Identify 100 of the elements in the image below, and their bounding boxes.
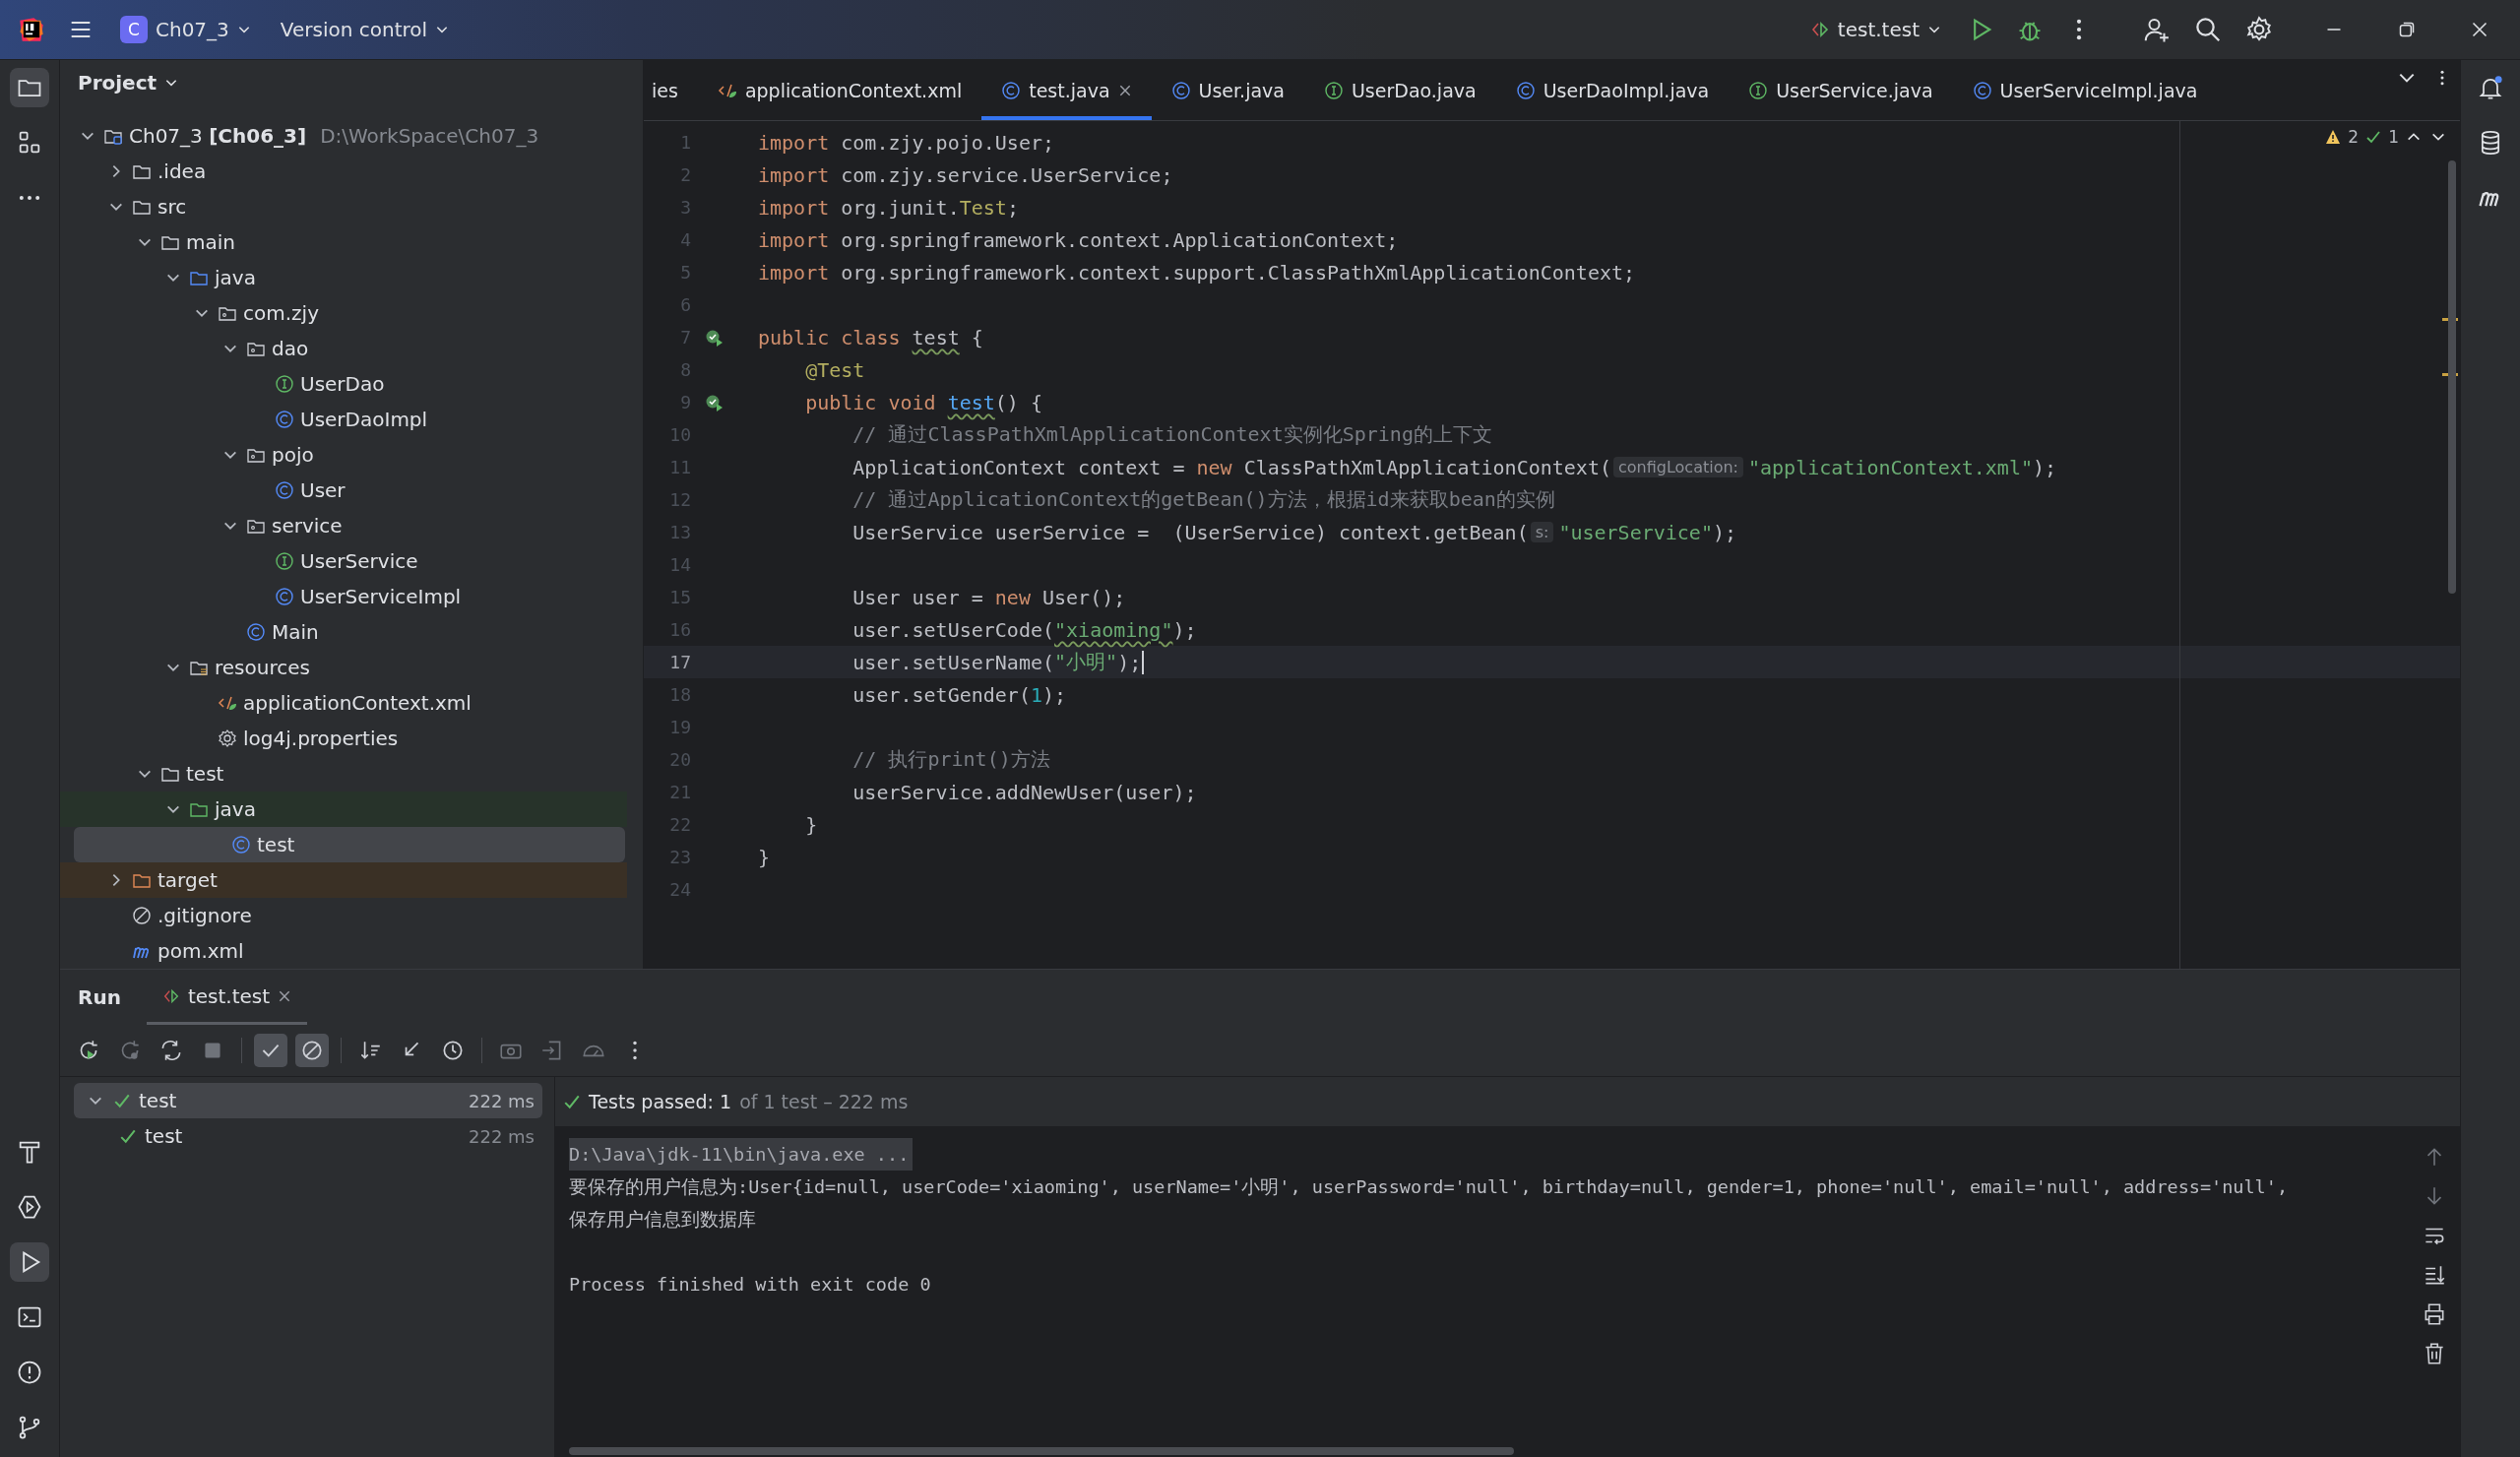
code-text: public void — [804, 390, 937, 414]
tree-item[interactable]: pojo — [60, 437, 627, 473]
test-duration: 222 ms — [469, 1125, 536, 1147]
tree-item[interactable]: Ch07_3 [Ch06_3] D:\WorkSpace\Ch07_3 — [60, 118, 627, 154]
code-text: org.junit. — [840, 195, 960, 220]
code-text: import — [758, 195, 830, 220]
code-text: ); — [1712, 520, 1737, 544]
code-text: ApplicationContext context = — [851, 455, 1186, 479]
tree-item[interactable]: .idea — [60, 154, 627, 189]
parameter-hint: configLocation: — [1612, 457, 1743, 477]
editor-tab[interactable]: test.java — [981, 60, 1152, 120]
tree-item[interactable]: .gitignore — [60, 898, 627, 933]
tree-item[interactable]: com.zjy — [60, 295, 627, 331]
code-text: User user = — [851, 585, 984, 609]
tree-item[interactable]: resources — [60, 650, 627, 685]
tree-item[interactable]: java — [60, 792, 627, 827]
code-text: ); — [1172, 617, 1197, 642]
test-item[interactable]: test 222 ms — [74, 1083, 542, 1118]
code-text: // 执行print()方法 — [851, 746, 1050, 773]
tree-item[interactable]: service — [60, 508, 627, 543]
code-text: import — [758, 260, 830, 285]
tab-label: UserDaoImpl.java — [1543, 79, 1710, 101]
parameter-hint: s: — [1530, 522, 1554, 542]
editor-tab[interactable]: UserDao.java — [1303, 60, 1496, 120]
code-text: test — [912, 325, 960, 349]
warning-count: 2 — [2348, 127, 2360, 147]
workspace-switcher[interactable]: C Ch07_3 — [110, 10, 261, 49]
editor-tab[interactable]: applicationContext.xml — [697, 60, 982, 120]
tree-item[interactable]: pom.xml — [60, 933, 627, 969]
tree-item-label: applicationContext.xml — [243, 691, 472, 715]
tree-item-label: Main — [272, 620, 319, 644]
code-text: "applicationContext.xml" — [1748, 455, 2033, 479]
tree-item[interactable]: Main — [60, 614, 627, 650]
code-text: test — [947, 390, 995, 414]
tab-label: UserService.java — [1776, 79, 1933, 101]
editor-tab[interactable]: UserService.java — [1729, 60, 1953, 120]
tab-label: test.java — [1029, 79, 1110, 101]
run-config-selector[interactable]: test.test — [1799, 12, 1951, 47]
tree-item[interactable]: UserDaoImpl — [60, 402, 627, 437]
code-text: ClassPathXmlApplicationContext( — [1242, 455, 1611, 479]
test-item[interactable]: test 222 ms — [74, 1118, 542, 1154]
code-text: new — [994, 585, 1031, 609]
tree-item-label: main — [186, 230, 235, 254]
test-name: test — [145, 1124, 184, 1148]
code-text: userService.addNewUser(user); — [851, 780, 1197, 804]
editor-tab[interactable]: UserDaoImpl.java — [1495, 60, 1730, 120]
tree-item[interactable]: User — [60, 473, 627, 508]
tree-item-label: UserService — [300, 549, 418, 573]
code-text: ); — [2033, 455, 2057, 479]
code-text: com.zjy.service.UserService; — [840, 162, 1173, 187]
tree-item-label: dao — [272, 337, 309, 360]
tree-item[interactable]: UserDao — [60, 366, 627, 402]
tree-item-label: target — [158, 868, 218, 892]
inspection-widget[interactable]: 2 1 — [2323, 127, 2448, 147]
panel-title: Run — [78, 984, 122, 1011]
tree-item[interactable]: UserService — [60, 543, 627, 579]
test-name: test — [139, 1089, 178, 1112]
tab-label: UserDao.java — [1351, 79, 1477, 101]
console-line: 保存用户信息到数据库 — [569, 1207, 756, 1232]
tab-label: UserServiceImpl.java — [1999, 79, 2198, 101]
code-text: import — [758, 227, 830, 252]
code-text: ; — [1006, 195, 1019, 220]
code-text: public class — [758, 325, 902, 349]
tree-item[interactable]: log4j.properties — [60, 721, 627, 756]
code-text: new — [1196, 455, 1232, 479]
test-duration: 222 ms — [469, 1090, 536, 1111]
code-text: UserService userService = (UserService) context.getBean( — [851, 520, 1529, 544]
tree-item[interactable]: dao — [60, 331, 627, 366]
code-text: org.springframework.context.support.ClassPathXmlApplicationContext; — [840, 260, 1636, 285]
vcs-selector[interactable]: Version control — [270, 12, 460, 47]
tree-item[interactable]: applicationContext.xml — [60, 685, 627, 721]
editor-tab[interactable]: UserServiceImpl.java — [1952, 60, 2218, 120]
tree-item[interactable]: main — [60, 224, 627, 260]
tree-item[interactable]: src — [60, 189, 627, 224]
tree-item[interactable]: target — [60, 862, 627, 898]
tree-item-label: pom.xml — [158, 939, 244, 963]
code-text: import — [758, 130, 830, 155]
passed-count: 1 — [2388, 127, 2399, 147]
code-text: () { — [994, 390, 1042, 414]
code-text: org.springframework.context.ApplicationContext; — [840, 227, 1399, 252]
tree-item-label: java — [215, 266, 256, 289]
tree-item-label: Ch07_3 [Ch06_3] — [129, 124, 307, 148]
tree-item[interactable]: test — [60, 756, 627, 792]
project-view-selector[interactable]: Project — [60, 60, 197, 104]
tree-item-label: UserDao — [300, 372, 385, 396]
tree-item-label: test — [257, 833, 295, 856]
tree-item[interactable]: java — [60, 260, 627, 295]
code-text: import — [758, 162, 830, 187]
tab-label: applicationContext.xml — [744, 79, 963, 101]
tree-item-label: resources — [215, 656, 310, 679]
code-text: "xiaoming" — [1054, 617, 1173, 642]
tree-item[interactable]: UserServiceImpl — [60, 579, 627, 614]
code-text: user.setGender( — [851, 682, 1031, 707]
editor-tab[interactable]: User.java — [1151, 60, 1304, 120]
line-number: 17 — [668, 652, 691, 672]
editor-tab[interactable]: ies — [644, 60, 698, 120]
tree-item-label: .gitignore — [158, 904, 252, 927]
code-text: Test — [959, 195, 1007, 220]
tree-item[interactable]: test — [74, 827, 625, 862]
tree-item-label: User — [300, 478, 346, 502]
